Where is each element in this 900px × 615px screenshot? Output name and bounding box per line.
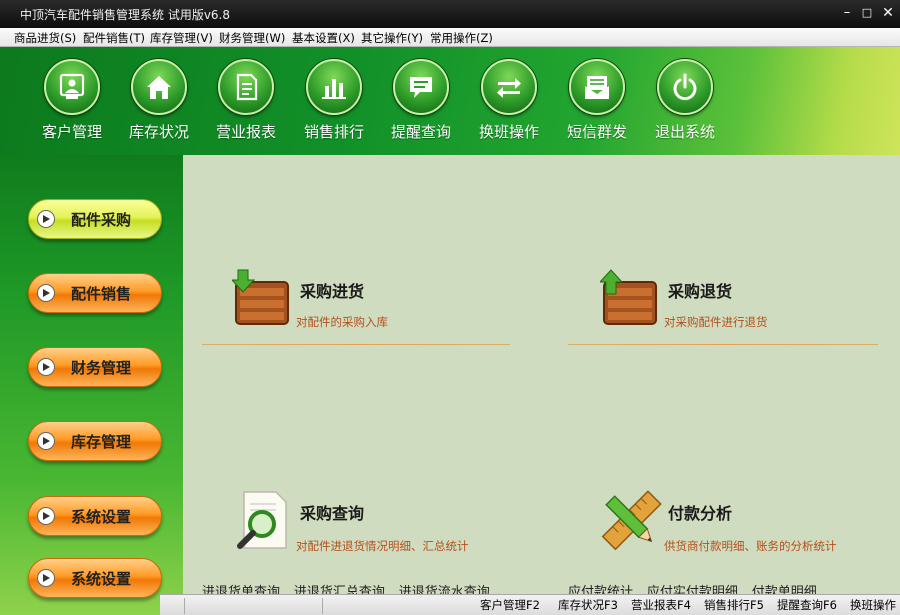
- main-toolbar: 客户管理 库存状况 营业报表 销售排行 提醒查询 换班操作 短信群发 退出系统: [0, 47, 900, 155]
- menu-basic-settings[interactable]: 基本设置(X): [292, 30, 355, 46]
- feature-title: 采购进货: [300, 282, 365, 301]
- title-bar: 中顶汽车配件销售管理系统 试用版v6.8 – □ ✕: [0, 0, 900, 28]
- divider: [568, 344, 878, 345]
- tool-label: 退出系统: [654, 123, 715, 141]
- report-icon: [218, 59, 274, 115]
- sidebar-item-system-settings-2[interactable]: 系统设置: [28, 558, 162, 598]
- close-button[interactable]: ✕: [879, 4, 897, 22]
- feature-title: 采购查询: [300, 504, 365, 523]
- status-shortcut-report[interactable]: 营业报表F4: [631, 597, 691, 613]
- status-separator: [184, 598, 185, 614]
- sidebar-item-inventory[interactable]: 库存管理: [28, 421, 162, 461]
- menu-goods-purchase[interactable]: 商品进货(S): [14, 30, 76, 46]
- feature-desc: 对配件的采购入库: [296, 315, 388, 329]
- feature-title: 采购退货: [668, 282, 733, 301]
- tool-reminder-query[interactable]: 提醒查询: [381, 59, 461, 142]
- sidebar-item-label: 系统设置: [71, 507, 132, 526]
- menu-finance[interactable]: 财务管理(W): [219, 30, 285, 46]
- sidebar-item-label: 配件采购: [71, 210, 132, 229]
- tool-label: 销售排行: [303, 123, 364, 141]
- window-title: 中顶汽车配件销售管理系统 试用版v6.8: [20, 8, 231, 22]
- tool-customer-management[interactable]: 客户管理: [32, 59, 112, 142]
- feature-purchase-return[interactable]: 采购退货 对采购配件进行退货: [600, 268, 860, 330]
- sidebar-item-finance[interactable]: 财务管理: [28, 347, 162, 387]
- play-icon: [37, 358, 55, 376]
- tool-exit-system[interactable]: 退出系统: [645, 59, 725, 142]
- power-icon: [657, 59, 713, 115]
- tool-shift-change[interactable]: 换班操作: [469, 59, 549, 142]
- play-icon: [37, 432, 55, 450]
- box-in-icon: [232, 269, 289, 325]
- tool-business-report[interactable]: 营业报表: [206, 59, 286, 142]
- customer-icon: [44, 59, 100, 115]
- search-doc-icon: [237, 491, 287, 549]
- tool-sales-ranking[interactable]: 销售排行: [294, 59, 374, 142]
- status-shortcut-inventory[interactable]: 库存状况F3: [558, 597, 618, 613]
- sidebar-item-system-settings[interactable]: 系统设置: [28, 496, 162, 536]
- tool-sms-broadcast[interactable]: 短信群发: [557, 59, 637, 142]
- play-icon: [37, 569, 55, 587]
- sidebar-item-parts-sales[interactable]: 配件销售: [28, 273, 162, 313]
- tool-label: 提醒查询: [390, 123, 451, 141]
- status-shortcut-customer[interactable]: 客户管理F2: [480, 597, 540, 613]
- status-shortcut-reminder[interactable]: 提醒查询F6: [777, 597, 837, 613]
- tool-label: 短信群发: [566, 123, 627, 141]
- sidebar: 配件采购 配件销售 财务管理 库存管理 系统设置 系统设置: [0, 155, 183, 615]
- sms-icon: [569, 59, 625, 115]
- menu-bar: 商品进货(S) 配件销售(T) 库存管理(V) 财务管理(W) 基本设置(X) …: [0, 28, 900, 47]
- sidebar-item-parts-purchase[interactable]: 配件采购: [28, 199, 162, 239]
- sidebar-item-label: 财务管理: [71, 358, 132, 377]
- message-icon: [393, 59, 449, 115]
- tool-inventory-status[interactable]: 库存状况: [119, 59, 199, 142]
- feature-purchase-query[interactable]: 采购查询 对配件进退货情况明细、汇总统计: [232, 490, 492, 553]
- sidebar-item-label: 系统设置: [71, 569, 132, 588]
- status-bar: 客户管理F2 库存状况F3 营业报表F4 销售排行F5 提醒查询F6 换班操作: [160, 594, 900, 615]
- tool-label: 营业报表: [215, 123, 276, 141]
- feature-purchase-in[interactable]: 采购进货 对配件的采购入库: [232, 268, 492, 330]
- swap-icon: [481, 59, 537, 115]
- maximize-button[interactable]: □: [858, 4, 876, 22]
- app-window: 中顶汽车配件销售管理系统 试用版v6.8 – □ ✕ 商品进货(S) 配件销售(…: [0, 0, 900, 615]
- pencil-ruler-icon: [601, 490, 662, 551]
- menu-parts-sales[interactable]: 配件销售(T): [83, 30, 145, 46]
- divider: [202, 344, 510, 345]
- menu-common-ops[interactable]: 常用操作(Z): [430, 30, 493, 46]
- box-return-icon: [600, 269, 657, 325]
- menu-other-ops[interactable]: 其它操作(Y): [361, 30, 423, 46]
- status-shortcut-ranking[interactable]: 销售排行F5: [704, 597, 764, 613]
- status-separator: [322, 598, 323, 614]
- tool-label: 客户管理: [41, 123, 102, 141]
- feature-title: 付款分析: [668, 504, 733, 523]
- play-icon: [37, 284, 55, 302]
- status-shortcut-shift[interactable]: 换班操作: [850, 597, 896, 613]
- bar-chart-icon: [306, 59, 362, 115]
- menu-inventory[interactable]: 库存管理(V): [150, 30, 213, 46]
- minimize-button[interactable]: –: [838, 4, 856, 22]
- sidebar-item-label: 配件销售: [71, 284, 132, 303]
- home-icon: [131, 59, 187, 115]
- tool-label: 库存状况: [128, 123, 189, 141]
- feature-desc: 供货商付款明细、账务的分析统计: [664, 539, 837, 553]
- play-icon: [37, 507, 55, 525]
- feature-payment-analysis[interactable]: 付款分析 供货商付款明细、账务的分析统计: [600, 490, 860, 553]
- play-icon: [37, 210, 55, 228]
- tool-label: 换班操作: [478, 123, 539, 141]
- feature-desc: 对配件进退货情况明细、汇总统计: [296, 539, 469, 553]
- sidebar-item-label: 库存管理: [71, 432, 132, 451]
- feature-desc: 对采购配件进行退货: [664, 315, 768, 329]
